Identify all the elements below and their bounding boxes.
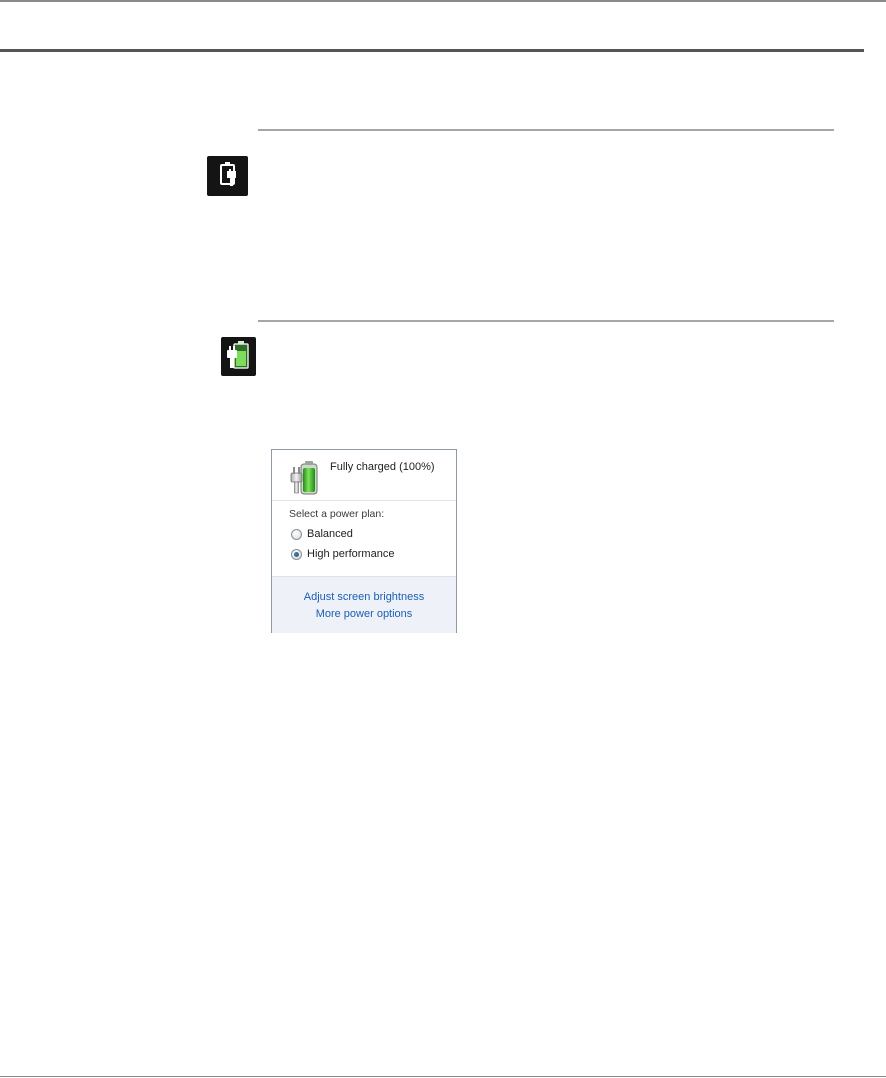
top-rule-thick xyxy=(0,49,864,52)
bottom-rule xyxy=(0,1076,886,1077)
power-plan-balanced-radio[interactable] xyxy=(291,528,302,540)
power-plan-heading: Select a power plan: xyxy=(289,508,385,520)
battery-status-area: Fully charged (100%) xyxy=(272,450,456,500)
popup-divider xyxy=(272,500,456,501)
power-plan-high-performance-radio[interactable] xyxy=(291,548,302,560)
battery-plug-icon xyxy=(288,460,322,499)
power-plan-high-performance-option[interactable]: High performance xyxy=(291,548,394,560)
adjust-screen-brightness-link[interactable]: Adjust screen brightness xyxy=(272,591,456,603)
battery-status-text: Fully charged (100%) xyxy=(330,461,435,473)
power-plan-label: Balanced xyxy=(307,528,353,540)
charging-battery-icon xyxy=(221,337,256,376)
popup-links-area: Adjust screen brightness More power opti… xyxy=(272,576,456,633)
power-plan-balanced-option[interactable]: Balanced xyxy=(291,528,353,540)
power-plan-label: High performance xyxy=(307,548,395,560)
section-separator xyxy=(258,129,834,131)
more-power-options-link[interactable]: More power options xyxy=(272,608,456,620)
power-status-popup: Fully charged (100%) Select a power plan… xyxy=(271,449,457,633)
top-rule-thin xyxy=(0,0,886,2)
section-separator xyxy=(258,320,834,322)
plug-battery-icon xyxy=(207,156,248,196)
